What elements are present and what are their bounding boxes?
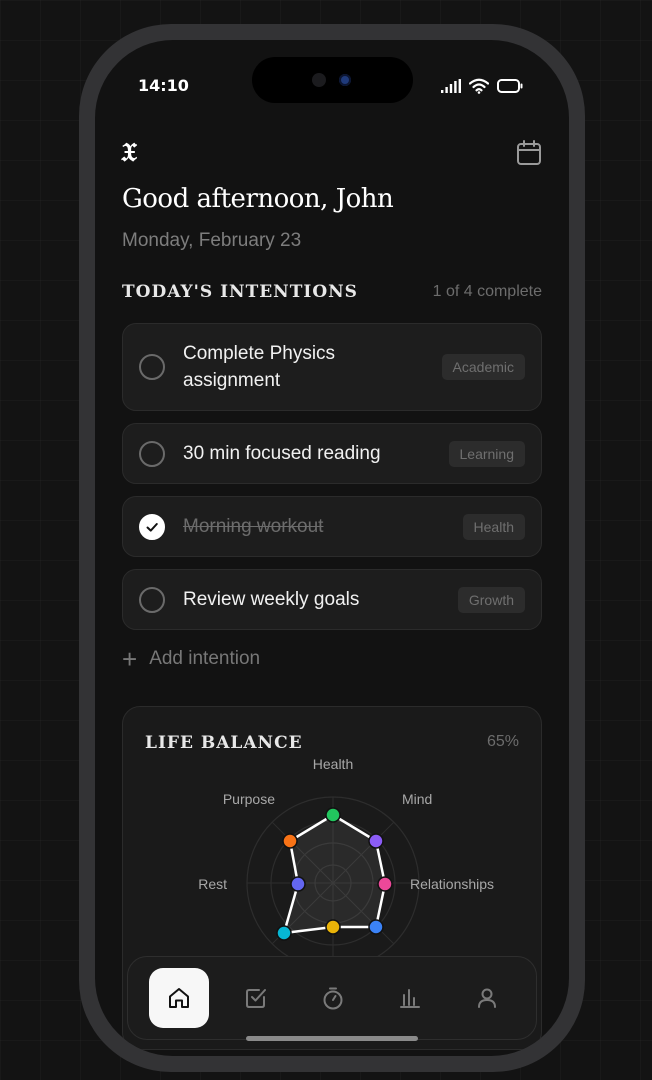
category-tag: Academic: [441, 354, 525, 380]
checkbox-circle-icon[interactable]: [139, 441, 165, 467]
home-icon: [169, 988, 189, 1008]
app-screen: 14:10 𝔛 Good afternoon, John Monday, Feb…: [95, 40, 569, 1056]
axis-label-health: Health: [313, 756, 353, 772]
app-logo: 𝔛: [121, 138, 137, 168]
add-intention-label: Add intention: [149, 648, 261, 669]
timer-icon: [323, 987, 343, 1010]
checkbox-circle-icon[interactable]: [139, 587, 165, 613]
intention-card[interactable]: Review weekly goals Growth: [122, 569, 542, 630]
category-tag: Health: [462, 514, 525, 540]
sensor-icon: [312, 73, 326, 87]
camera-icon: [339, 74, 351, 86]
nav-home[interactable]: [149, 968, 209, 1028]
bottom-left-point: [276, 925, 292, 941]
intention-card[interactable]: Complete Physics assignment Academic: [122, 323, 542, 411]
health-point: [325, 807, 341, 823]
axis-label-mind: Mind: [402, 791, 432, 807]
home-indicator[interactable]: [246, 1036, 418, 1041]
nav-timer[interactable]: [303, 968, 363, 1028]
category-tag: Growth: [457, 587, 525, 613]
plus-icon: +: [122, 644, 138, 674]
intention-text: Review weekly goals: [183, 589, 360, 610]
bottom-point: [325, 919, 341, 935]
intention-text: Morning workout: [183, 516, 324, 537]
intention-card[interactable]: 30 min focused reading Learning: [122, 423, 542, 484]
status-icons: [441, 78, 523, 94]
status-time: 14:10: [138, 76, 189, 95]
axis-label-purpose: Purpose: [223, 791, 275, 807]
purpose-point: [282, 833, 298, 849]
checkmark-icon: [146, 523, 158, 532]
nav-stats[interactable]: [380, 968, 440, 1028]
axis-label-rest: Rest: [198, 876, 227, 892]
current-date: Monday, February 23: [122, 230, 302, 251]
profile-icon: [478, 988, 496, 1008]
rest-point: [290, 876, 306, 892]
intentions-title: TODAY'S INTENTIONS: [122, 282, 358, 302]
relationships-point: [377, 876, 393, 892]
axis-label-relationships: Relationships: [410, 876, 494, 892]
intentions-progress: 1 of 4 complete: [432, 283, 542, 300]
bottom-nav: [127, 956, 537, 1040]
mind-point: [368, 833, 384, 849]
signal-icon: [441, 79, 461, 93]
checkbox-circle-icon[interactable]: [139, 354, 165, 380]
wifi-icon: [469, 78, 489, 94]
nav-profile[interactable]: [457, 968, 517, 1028]
battery-icon: [497, 79, 523, 93]
intention-card[interactable]: Morning workout Health: [122, 496, 542, 557]
checkbox-icon: [246, 989, 266, 1008]
intention-text: 30 min focused reading: [183, 443, 381, 464]
calendar-icon: [517, 140, 541, 165]
intention-text: Complete Physics assignment: [183, 343, 336, 391]
calendar-button[interactable]: [515, 139, 543, 167]
dynamic-island: [252, 57, 413, 103]
greeting-heading: Good afternoon, John: [122, 184, 394, 214]
nav-tasks[interactable]: [226, 968, 286, 1028]
add-intention-button[interactable]: + Add intention: [122, 644, 261, 674]
category-tag: Learning: [448, 441, 525, 467]
bottom-right-point: [368, 919, 384, 935]
checked-circle-icon[interactable]: [139, 514, 165, 540]
chart-icon: [400, 989, 420, 1008]
phone-frame: 14:10 𝔛 Good afternoon, John Monday, Feb…: [79, 24, 585, 1072]
